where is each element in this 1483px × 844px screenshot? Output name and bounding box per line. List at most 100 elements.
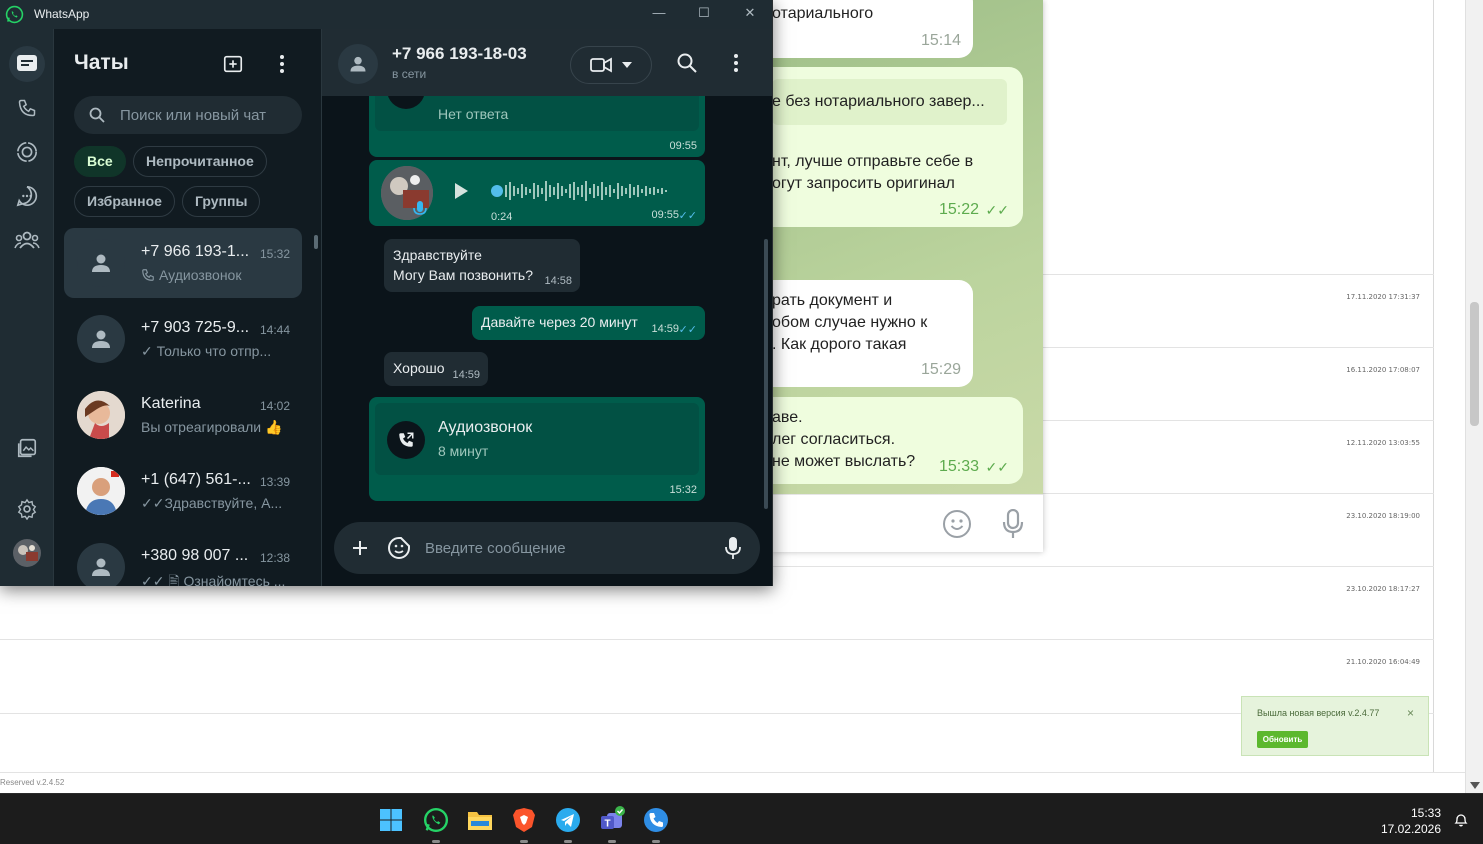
windows-start-icon[interactable]: [376, 805, 406, 835]
scroll-down-icon[interactable]: [1470, 782, 1480, 789]
calls-icon[interactable]: [9, 90, 45, 126]
message-text: огут запросить оригинал: [772, 175, 955, 192]
message-bubble[interactable]: е без нотариального завер... нт, лучше о…: [772, 67, 1023, 227]
chat-preview: ✓✓ 🖹 Ознайомтесь ...: [141, 573, 286, 586]
chats-icon[interactable]: [9, 46, 45, 82]
system-clock[interactable]: 15:33 17.02.2026: [1381, 805, 1441, 837]
page-scrollbar[interactable]: [1465, 0, 1483, 793]
chat-list-item[interactable]: +7 903 725-9... 14:44 ✓ Только что отпр.…: [64, 304, 302, 374]
message-text: . Как дорого такая: [772, 336, 907, 353]
message-text: Здравствуйте: [393, 247, 482, 263]
play-icon[interactable]: [453, 182, 469, 203]
status-icon[interactable]: [9, 134, 45, 170]
new-chat-icon[interactable]: [222, 53, 244, 80]
search-input[interactable]: [120, 105, 295, 125]
message-text: обом случае нужно к: [772, 314, 928, 331]
incoming-message[interactable]: Хорошо 14:59: [384, 352, 488, 386]
channels-icon[interactable]: [9, 178, 45, 214]
microsoft-teams-icon[interactable]: T: [597, 805, 627, 843]
default-avatar-icon[interactable]: [338, 44, 378, 84]
menu-dots-icon[interactable]: [272, 53, 292, 80]
settings-icon[interactable]: [9, 491, 45, 527]
chat-preview: Вы отреагировали 👍: [141, 419, 283, 435]
voice-message[interactable]: 0:24 09:55 ✓✓: [369, 160, 705, 226]
whatsapp-icon[interactable]: [421, 805, 451, 843]
message-time: 14:58: [544, 275, 572, 287]
call-message[interactable]: Аудиозвонок 8 минут 15:32: [369, 397, 705, 501]
clock-date: 17.02.2026: [1380, 822, 1441, 836]
filter-chip-favorites[interactable]: Избранное: [74, 186, 175, 217]
chat-list-item[interactable]: +380 98 007 ... 12:38 ✓✓ 🖹 Ознайомтесь .…: [64, 532, 302, 586]
filter-chip-unread[interactable]: Непрочитанное: [133, 146, 267, 177]
clock-time: 15:33: [1410, 806, 1441, 820]
brave-browser-icon[interactable]: [509, 805, 539, 843]
message-text: аве.: [772, 409, 803, 426]
message-bubble[interactable]: аве. лег согласиться. не может выслать? …: [772, 397, 1023, 484]
chat-name: +380 98 007 ...: [141, 547, 249, 564]
chat-list-scrollbar[interactable]: [314, 229, 319, 584]
attach-plus-icon[interactable]: [348, 536, 372, 565]
chat-preview: Аудиозвонок: [141, 267, 286, 283]
search-bar[interactable]: [74, 96, 302, 134]
minimize-button[interactable]: —: [636, 3, 682, 23]
message-time: 14:59: [651, 323, 679, 335]
filter-chip-all[interactable]: Все: [74, 146, 126, 177]
message-time: 15:32: [669, 484, 697, 496]
sticker-icon[interactable]: [387, 536, 411, 565]
chat-time: 14:44: [259, 323, 290, 337]
chat-time: 13:39: [259, 475, 290, 489]
chat-list-title: Чаты: [74, 51, 129, 74]
message-bubble[interactable]: рать документ и обом случае нужно к . Ка…: [772, 280, 973, 387]
message-input-bar[interactable]: [772, 494, 1043, 552]
maximize-button[interactable]: ☐: [681, 3, 727, 23]
filter-chip-groups[interactable]: Группы: [182, 186, 261, 217]
message-input[interactable]: [425, 537, 705, 559]
reply-quote[interactable]: е без нотариального завер...: [772, 79, 1007, 125]
file-explorer-icon[interactable]: [465, 805, 495, 835]
scrollbar-thumb[interactable]: [1470, 302, 1479, 426]
message-text: Хорошо: [393, 360, 445, 376]
communities-icon[interactable]: [9, 222, 45, 258]
update-notification-text: Вышла новая версия v.2.4.77: [1257, 708, 1380, 718]
app-title: WhatsApp: [34, 7, 90, 21]
microphone-icon[interactable]: [1002, 508, 1024, 544]
incoming-message[interactable]: Здравствуйте Могу Вам позвонить? 14:58: [384, 239, 580, 292]
outgoing-message[interactable]: Давайте через 20 минут 14:59 ✓✓: [472, 306, 705, 340]
chat-name: +7 966 193-1...: [141, 243, 250, 260]
contact-name[interactable]: +7 966 193-18-03: [392, 44, 527, 64]
media-gallery-icon[interactable]: [9, 430, 45, 466]
chat-list-item[interactable]: +7 966 193-1... 15:32 Аудиозвонок: [64, 228, 302, 298]
video-call-icon: [590, 57, 612, 73]
menu-dots-icon[interactable]: [732, 53, 740, 78]
message-bubble[interactable]: отариального 15:14: [772, 0, 973, 58]
contact-avatar: [77, 467, 125, 515]
scrollbar-thumb[interactable]: [314, 235, 318, 249]
call-dropdown-button[interactable]: [570, 46, 652, 84]
microphone-icon: [413, 200, 427, 221]
outgoing-call-icon: [387, 421, 425, 459]
telegram-icon[interactable]: [553, 805, 583, 843]
update-button[interactable]: Обновить: [1257, 731, 1308, 748]
phone-app-icon[interactable]: [641, 805, 671, 843]
table-row[interactable]: 21.10.2020 16:04:49: [0, 639, 1434, 713]
profile-avatar[interactable]: [9, 535, 45, 571]
chat-list-item[interactable]: Katerina 14:02 Вы отреагировали 👍: [64, 380, 302, 450]
chat-list-item[interactable]: +1 (647) 561-... 13:39 ✓✓Здравствуйте, А…: [64, 456, 302, 526]
chat-header[interactable]: +7 966 193-18-03 в сети: [322, 29, 772, 96]
close-window-button[interactable]: ✕: [727, 3, 772, 23]
row-date: 23.10.2020 18:17:27: [1346, 585, 1420, 593]
message-composer[interactable]: [334, 522, 760, 574]
read-check-icon: ✓✓: [678, 210, 697, 222]
message-time: 15:29: [920, 361, 961, 378]
close-icon[interactable]: ×: [1407, 706, 1414, 720]
window-titlebar[interactable]: WhatsApp — ☐ ✕: [0, 0, 772, 29]
microphone-icon[interactable]: [725, 536, 741, 565]
scrollbar-thumb[interactable]: [764, 239, 768, 509]
whatsapp-window: WhatsApp — ☐ ✕ Чаты Поиск или новый чат …: [0, 0, 773, 586]
conversation-scrollbar[interactable]: [764, 99, 769, 519]
navigation-rail: [0, 29, 54, 586]
notification-center-icon[interactable]: [1453, 812, 1469, 833]
search-icon[interactable]: [677, 53, 697, 78]
emoji-icon[interactable]: [943, 510, 971, 538]
default-avatar-icon: [77, 315, 125, 363]
